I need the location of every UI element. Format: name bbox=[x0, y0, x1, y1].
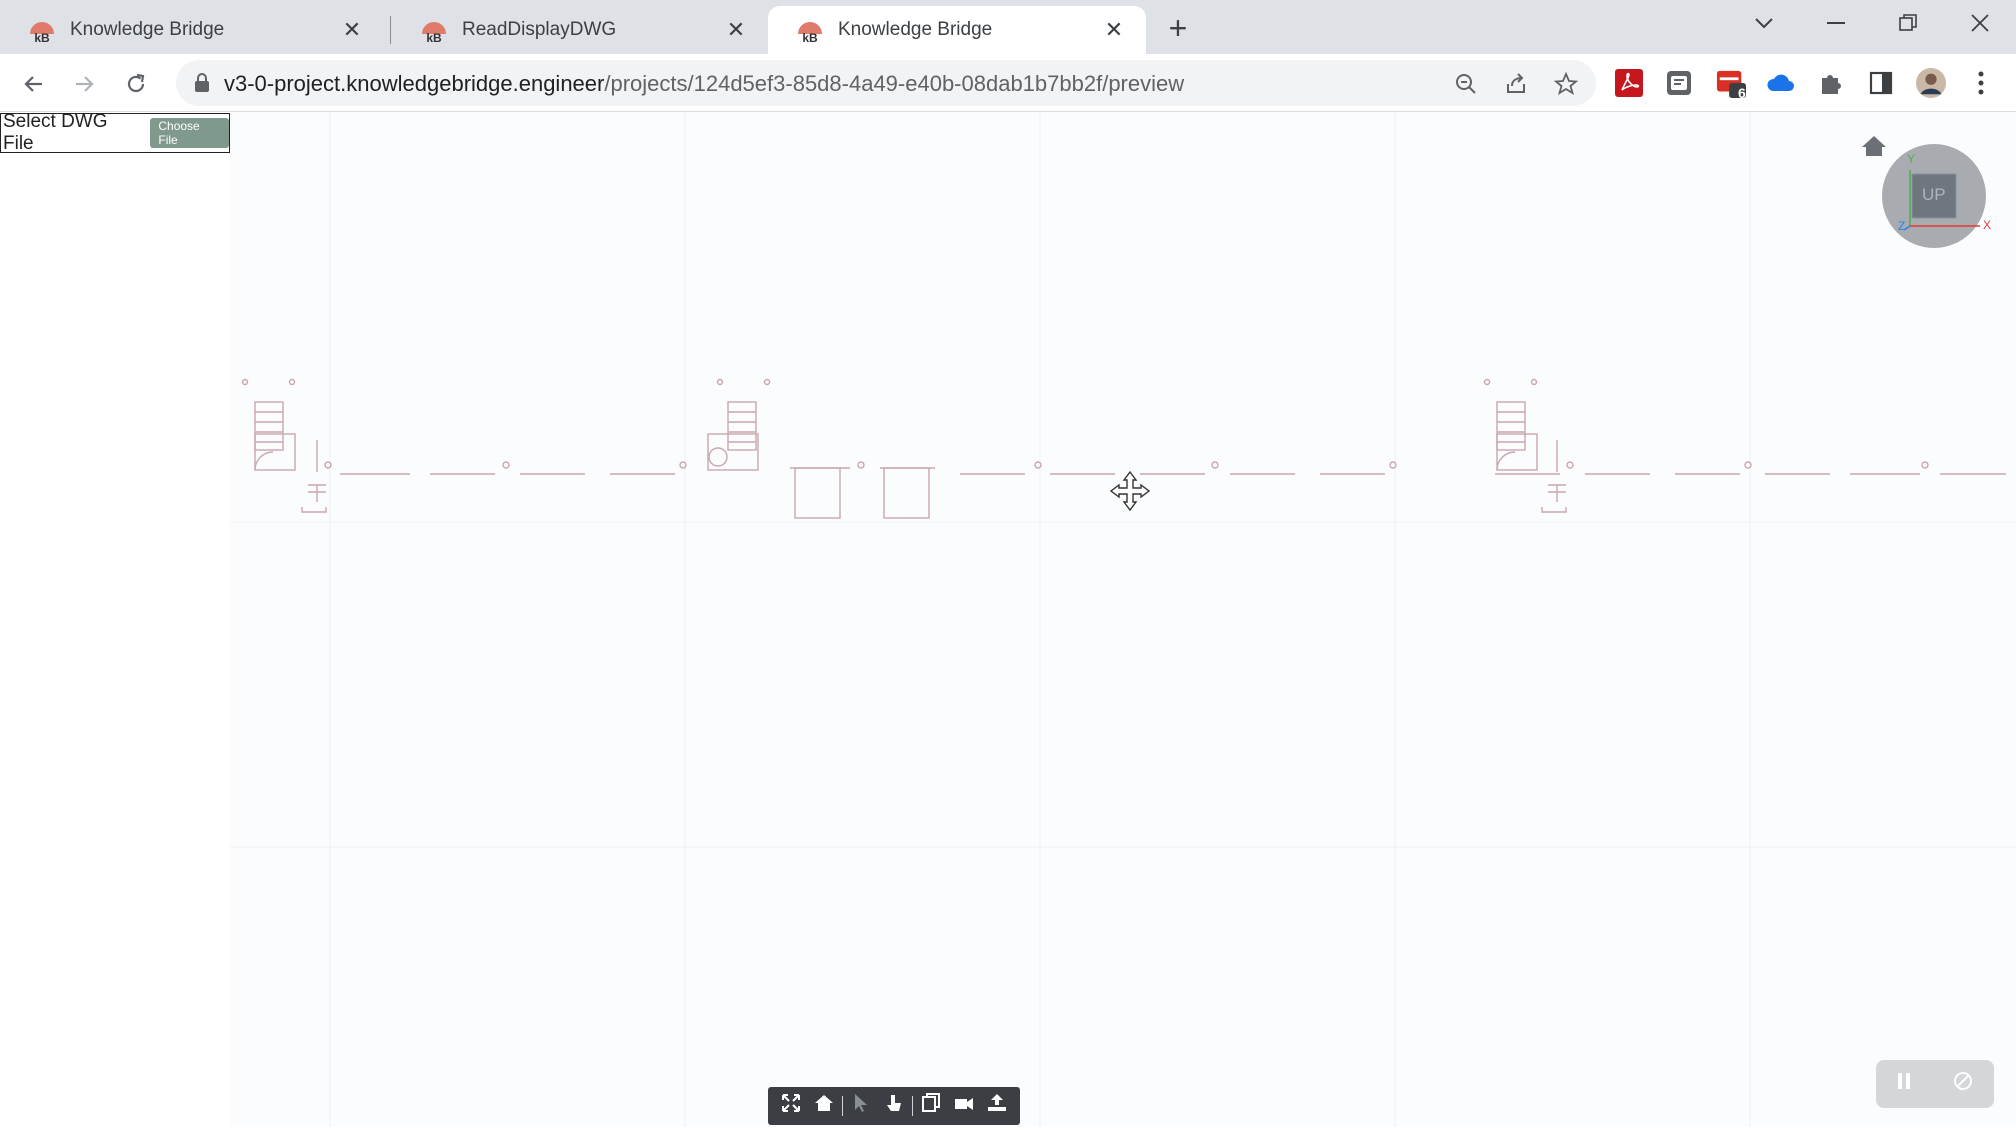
axis-z-label: Z bbox=[1898, 219, 1906, 233]
kebab-menu-icon[interactable] bbox=[1966, 68, 1996, 98]
pdf-extension-icon[interactable] bbox=[1614, 68, 1644, 98]
page-content: Select DWG File Choose File UP X Y Z bbox=[0, 111, 2016, 1134]
reload-button[interactable] bbox=[118, 66, 154, 102]
home-icon[interactable] bbox=[809, 1093, 839, 1119]
viewcube[interactable]: UP X Y Z bbox=[1860, 130, 2010, 280]
svg-text:kB: kB bbox=[802, 31, 818, 44]
move-cursor-icon bbox=[1109, 470, 1151, 512]
dwg-file-selector: Select DWG File Choose File bbox=[0, 111, 230, 154]
select-dwg-label: Select DWG File bbox=[3, 111, 108, 154]
star-icon[interactable] bbox=[1552, 70, 1580, 98]
zoom-icon[interactable] bbox=[1452, 70, 1480, 98]
window-close-icon[interactable] bbox=[1944, 0, 2016, 46]
calendar-extension-icon[interactable]: 6 bbox=[1716, 68, 1746, 101]
address-bar[interactable]: v3-0-project.knowledgebridge.engineer/pr… bbox=[176, 60, 1596, 106]
dwg-viewer-canvas[interactable]: UP X Y Z bbox=[230, 112, 2016, 1127]
close-icon[interactable]: ✕ bbox=[340, 17, 364, 42]
toolbar-separator bbox=[841, 1096, 843, 1116]
playback-control bbox=[1876, 1060, 1994, 1108]
tab-title: ReadDisplayDWG bbox=[462, 19, 617, 40]
url-text: v3-0-project.knowledgebridge.engineer/pr… bbox=[224, 71, 1184, 97]
viewer-toolbar bbox=[768, 1087, 1020, 1125]
settings-icon[interactable] bbox=[1951, 1069, 1975, 1099]
puzzle-icon[interactable] bbox=[1816, 68, 1846, 98]
axis-y-label: Y bbox=[1907, 152, 1916, 166]
cloud-extension-icon[interactable] bbox=[1766, 68, 1796, 98]
pan-icon[interactable] bbox=[879, 1093, 909, 1119]
url-host: v3-0-project.knowledgebridge.engineer bbox=[224, 71, 605, 96]
forward-button[interactable] bbox=[66, 66, 102, 102]
kb-favicon: kB bbox=[796, 16, 824, 45]
side-panel-icon[interactable] bbox=[1866, 68, 1896, 98]
kb-favicon: kB bbox=[28, 16, 56, 45]
choose-file-button[interactable]: Choose File bbox=[150, 118, 229, 148]
tab-title: Knowledge Bridge bbox=[70, 19, 225, 40]
tab-readdisplaydwg[interactable]: kB ReadDisplayDWG ✕ bbox=[392, 6, 768, 54]
back-button[interactable] bbox=[16, 66, 52, 102]
lock-icon bbox=[195, 73, 209, 92]
tab-separator bbox=[390, 16, 391, 44]
home-icon bbox=[1862, 136, 1886, 156]
section-icon[interactable] bbox=[916, 1093, 946, 1119]
extension-badge: 6 bbox=[1738, 85, 1746, 101]
dwg-drawing bbox=[230, 112, 2016, 1127]
camera-icon[interactable] bbox=[949, 1093, 979, 1119]
svg-text:kB: kB bbox=[426, 31, 442, 44]
minimize-icon[interactable] bbox=[1800, 0, 1872, 46]
restore-icon[interactable] bbox=[1872, 0, 1944, 46]
select-icon[interactable] bbox=[846, 1093, 876, 1119]
close-icon[interactable]: ✕ bbox=[1102, 17, 1126, 42]
tab-title: Knowledge Bridge bbox=[838, 19, 993, 40]
reload-icon bbox=[127, 73, 145, 93]
tab-search-icon[interactable] bbox=[1728, 0, 1800, 46]
tab-knowledge-bridge-1[interactable]: kB Knowledge Bridge ✕ bbox=[0, 6, 384, 54]
explode-icon[interactable] bbox=[982, 1093, 1012, 1119]
browser-toolbar: v3-0-project.knowledgebridge.engineer/pr… bbox=[0, 54, 2016, 112]
tab-knowledge-bridge-active[interactable]: kB Knowledge Bridge ✕ bbox=[768, 6, 1146, 54]
url-path: /projects/124d5ef3-85d8-4a49-e40b-08dab1… bbox=[604, 71, 1185, 96]
new-tab-button[interactable]: + bbox=[1160, 10, 1196, 46]
share-icon[interactable] bbox=[1502, 70, 1530, 98]
kb-favicon: kB bbox=[420, 16, 448, 45]
close-icon[interactable]: ✕ bbox=[724, 17, 748, 42]
arrow-left-icon bbox=[24, 76, 42, 92]
svg-text:kB: kB bbox=[34, 31, 50, 44]
avatar[interactable] bbox=[1916, 68, 1946, 98]
toolbar-separator bbox=[912, 1096, 914, 1116]
viewcube-face-label[interactable]: UP bbox=[1922, 185, 1946, 205]
arrow-right-icon bbox=[76, 76, 94, 92]
reader-extension-icon[interactable] bbox=[1664, 68, 1694, 98]
fit-to-view-icon[interactable] bbox=[776, 1093, 806, 1119]
axis-x-label: X bbox=[1983, 218, 1992, 232]
browser-tabstrip: kB Knowledge Bridge ✕ kB ReadDisplayDWG … bbox=[0, 0, 2016, 54]
pause-icon[interactable] bbox=[1896, 1071, 1912, 1097]
